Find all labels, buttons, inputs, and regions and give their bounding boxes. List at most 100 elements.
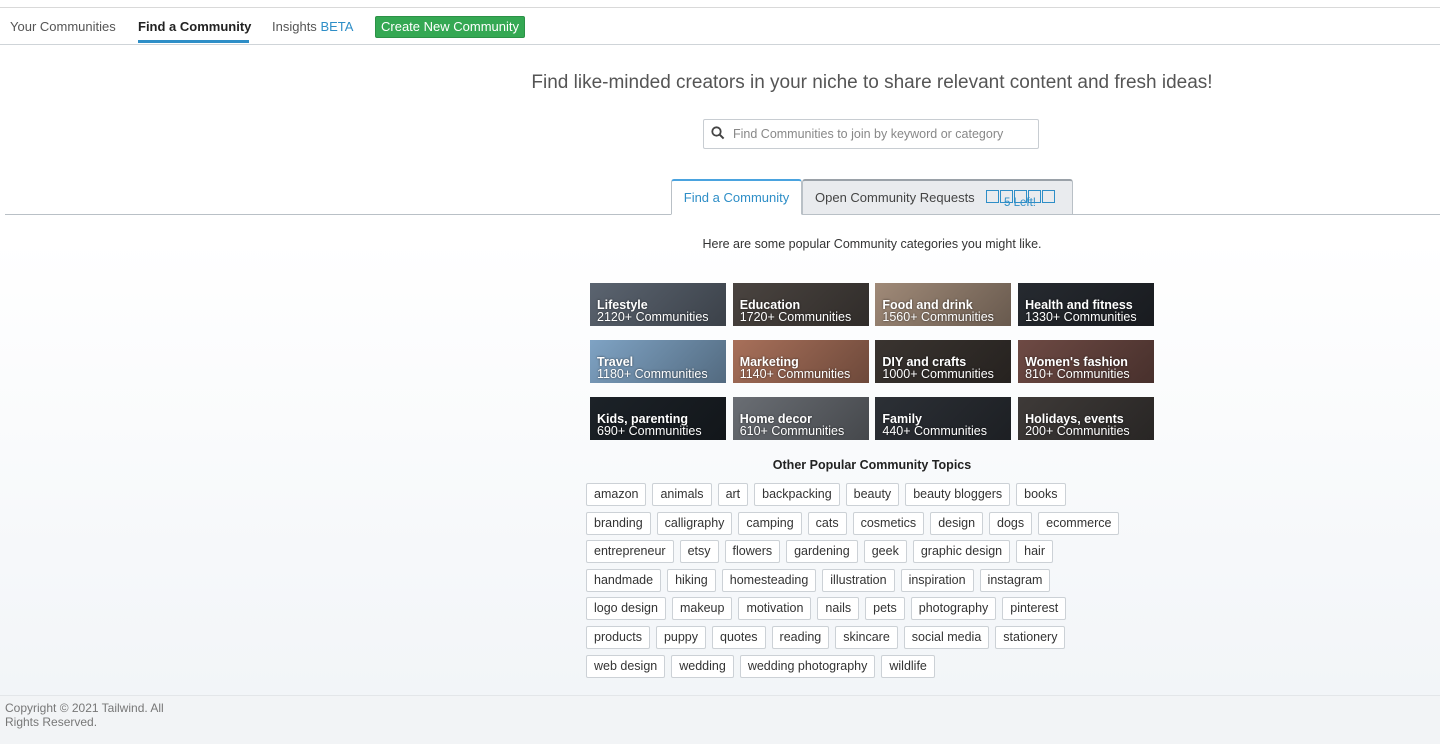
- category-card[interactable]: Home decor 610+ Communities: [732, 397, 869, 440]
- category-count: 2120+ Communities: [597, 310, 709, 324]
- category-card[interactable]: DIY and crafts 1000+ Communities: [875, 340, 1012, 383]
- topic-tag[interactable]: graphic design: [912, 540, 1011, 564]
- topic-tag[interactable]: pets: [865, 597, 905, 621]
- topic-row: amazon animals art backpacking beauty beauty …: [586, 483, 1156, 512]
- category-count: 810+ Communities: [1025, 367, 1130, 381]
- nav-insights[interactable]: Insights BETA: [272, 19, 353, 34]
- topic-tag[interactable]: nails: [817, 597, 860, 621]
- category-count: 610+ Communities: [739, 424, 845, 438]
- topic-tag[interactable]: art: [717, 483, 749, 506]
- nav-insights-label: Insights: [272, 19, 317, 34]
- tab-open-requests-label: Open Community Requests: [815, 190, 975, 205]
- category-grid: Lifestyle 2120+ Communities Education 1720+…: [590, 283, 1156, 443]
- category-card[interactable]: Education 1720+ Communities: [732, 283, 869, 326]
- topic-row: branding calligraphy camping cats cosmetics d…: [586, 511, 1156, 541]
- topic-tag[interactable]: geek: [863, 540, 907, 564]
- category-count: 440+ Communities: [882, 424, 987, 438]
- topic-tag[interactable]: makeup: [671, 597, 733, 621]
- topic-tag[interactable]: wildlife: [881, 654, 935, 678]
- topic-tag[interactable]: hair: [1016, 540, 1053, 564]
- tab-open-requests[interactable]: Open Community Requests 5 Left!: [802, 179, 1073, 215]
- topic-tag[interactable]: pinterest: [1002, 597, 1067, 621]
- categories-intro: Here are some popular Community categori…: [702, 237, 1042, 251]
- topic-row: entrepreneur etsy flowers gardening geek grap…: [586, 540, 1156, 569]
- category-count: 1560+ Communities: [882, 310, 994, 324]
- footer: [0, 696, 1440, 744]
- topic-row: web design wedding wedding photography wild…: [586, 654, 1156, 684]
- category-count: 690+ Communities: [597, 424, 702, 438]
- topic-row: products puppy quotes reading skincare social…: [586, 625, 1156, 655]
- nav-find-community[interactable]: Find a Community: [138, 19, 251, 34]
- topic-tag[interactable]: calligraphy: [656, 511, 733, 535]
- requests-left-count: 5 Left!: [1004, 197, 1036, 209]
- request-slot: [986, 190, 999, 203]
- topic-tag[interactable]: etsy: [679, 540, 719, 564]
- category-card[interactable]: Kids, parenting 690+ Communities: [590, 397, 726, 440]
- topic-tag[interactable]: wedding photography: [739, 654, 876, 678]
- topic-tag[interactable]: products: [586, 625, 650, 649]
- topic-tag[interactable]: animals: [652, 483, 712, 506]
- category-card[interactable]: Holidays, events 200+ Communities: [1018, 397, 1155, 440]
- category-card[interactable]: Family 440+ Communities: [875, 397, 1012, 440]
- active-nav-indicator: [138, 40, 249, 43]
- topic-tag[interactable]: social media: [903, 625, 990, 649]
- topic-tag[interactable]: books: [1016, 483, 1066, 506]
- topic-tag[interactable]: reading: [771, 625, 830, 649]
- search-box: [703, 119, 1039, 149]
- topic-tag[interactable]: quotes: [712, 625, 766, 649]
- topic-tag[interactable]: backpacking: [754, 483, 840, 506]
- copyright-text: Copyright © 2021 Tailwind. All Rights Re…: [5, 701, 164, 729]
- category-count: 1180+ Communities: [597, 367, 708, 381]
- topic-tag[interactable]: ecommerce: [1038, 511, 1120, 535]
- category-count: 1140+ Communities: [739, 367, 851, 381]
- nav-your-communities[interactable]: Your Communities: [10, 19, 116, 34]
- topic-tag[interactable]: puppy: [655, 625, 707, 649]
- category-count: 1000+ Communities: [882, 367, 994, 381]
- topic-tags: amazon animals art backpacking beauty beauty …: [586, 483, 1156, 683]
- topic-tag[interactable]: photography: [910, 597, 997, 621]
- create-community-button[interactable]: Create New Community: [375, 16, 525, 38]
- search-input[interactable]: [733, 124, 1033, 144]
- topic-tag[interactable]: beauty bloggers: [905, 483, 1011, 506]
- topic-tag[interactable]: stationery: [995, 625, 1066, 649]
- topic-tag[interactable]: motivation: [738, 597, 812, 621]
- category-card[interactable]: Women's fashion 810+ Communities: [1018, 340, 1155, 383]
- category-card[interactable]: Marketing 1140+ Communities: [732, 340, 869, 383]
- topic-tag[interactable]: dogs: [989, 511, 1033, 535]
- topic-tag[interactable]: cats: [807, 511, 847, 535]
- topic-tag[interactable]: instagram: [979, 568, 1051, 592]
- topic-tag[interactable]: camping: [738, 511, 802, 535]
- topic-tag[interactable]: entrepreneur: [586, 540, 674, 564]
- topics-title: Other Popular Community Topics: [772, 458, 972, 472]
- topic-tag[interactable]: amazon: [586, 483, 647, 506]
- topic-row: handmade hiking homesteading illustration in…: [586, 568, 1156, 598]
- topic-tag[interactable]: branding: [586, 511, 651, 535]
- category-card[interactable]: Travel 1180+ Communities: [590, 340, 726, 383]
- topic-tag[interactable]: design: [930, 511, 984, 535]
- topic-tag[interactable]: hiking: [667, 568, 716, 592]
- tab-find-community[interactable]: Find a Community: [671, 179, 802, 215]
- topic-tag[interactable]: flowers: [724, 540, 781, 564]
- topic-tag[interactable]: gardening: [786, 540, 858, 564]
- topic-tag[interactable]: beauty: [845, 483, 900, 506]
- topic-tag[interactable]: handmade: [586, 568, 662, 592]
- topic-tag[interactable]: illustration: [822, 568, 895, 592]
- request-slot: [1042, 190, 1055, 203]
- topic-tag[interactable]: homesteading: [721, 568, 817, 592]
- page-headline: Find like-minded creators in your niche …: [531, 72, 1213, 93]
- topic-tag[interactable]: logo design: [586, 597, 666, 621]
- category-card[interactable]: Lifestyle 2120+ Communities: [590, 283, 726, 326]
- category-card[interactable]: Food and drink 1560+ Communities: [875, 283, 1012, 326]
- topic-tag[interactable]: skincare: [835, 625, 898, 649]
- search-icon: [711, 126, 725, 140]
- topic-tag[interactable]: wedding: [671, 654, 734, 678]
- category-count: 1330+ Communities: [1025, 310, 1137, 324]
- category-count: 1720+ Communities: [739, 310, 852, 324]
- topic-tag[interactable]: web design: [586, 654, 666, 678]
- category-card[interactable]: Health and fitness 1330+ Communities: [1018, 283, 1155, 326]
- topic-row: logo design makeup motivation nails pets phot…: [586, 597, 1156, 626]
- topic-tag[interactable]: cosmetics: [852, 511, 925, 535]
- category-count: 200+ Communities: [1025, 424, 1130, 438]
- beta-badge: BETA: [320, 19, 354, 34]
- topic-tag[interactable]: inspiration: [900, 568, 974, 592]
